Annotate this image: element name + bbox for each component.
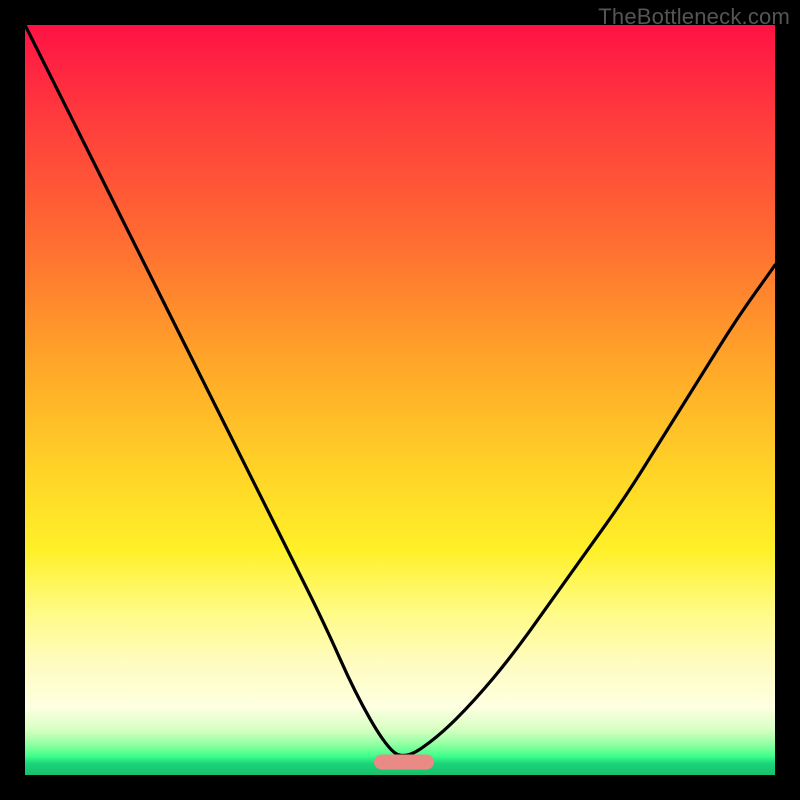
- minimum-marker: [374, 755, 434, 770]
- chart-frame: TheBottleneck.com: [0, 0, 800, 800]
- bottleneck-curve: [25, 25, 775, 775]
- plot-area: [25, 25, 775, 775]
